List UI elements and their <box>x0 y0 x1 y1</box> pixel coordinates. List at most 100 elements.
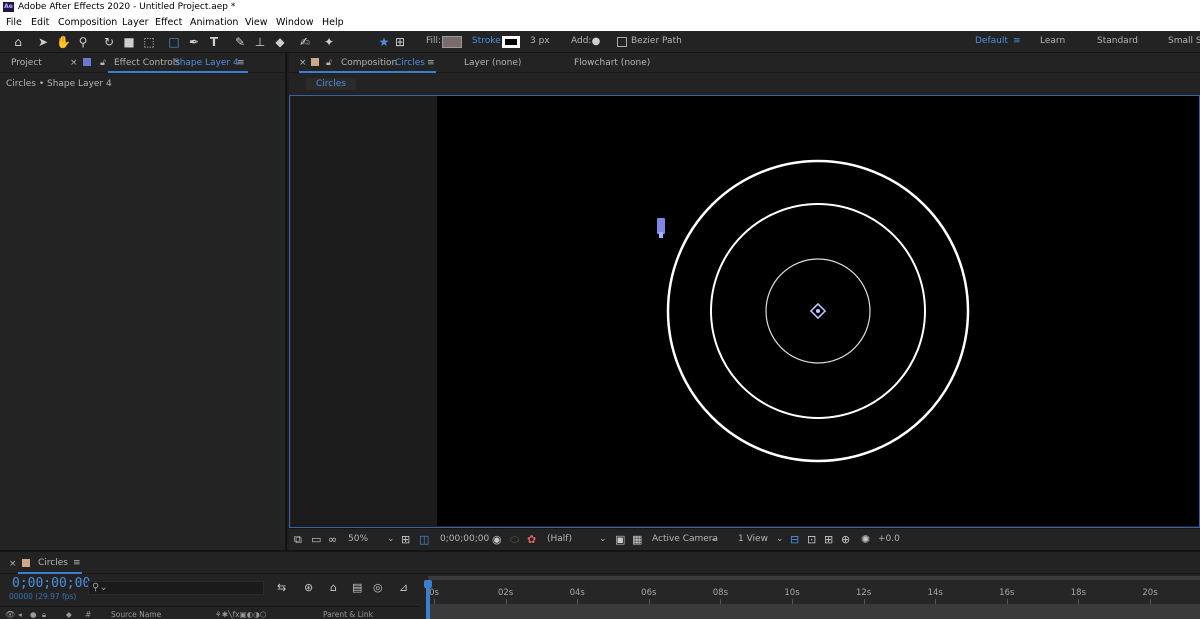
toggle-pixel-aspect-icon[interactable]: ⊟ <box>790 533 799 546</box>
menu-effect[interactable]: Effect <box>155 14 182 31</box>
menu-help[interactable]: Help <box>322 14 344 31</box>
visibility-icon[interactable]: 👁︎ <box>5 610 15 619</box>
audio-icon[interactable]: ◂ <box>18 610 22 619</box>
solo-icon[interactable]: ● <box>30 610 37 619</box>
anchor-grid-icon[interactable]: ⊞ <box>393 35 407 49</box>
composition-canvas[interactable] <box>437 96 1199 526</box>
label-icon[interactable]: ◆ <box>66 610 72 619</box>
chevron-down-icon[interactable]: ⌄ <box>710 534 718 544</box>
draft-3d-icon[interactable]: ⊛ <box>304 581 313 594</box>
tab-composition-name[interactable]: Circles <box>395 58 425 68</box>
stroke-width-value[interactable]: 3 px <box>530 36 550 46</box>
clone-stamp-icon[interactable]: ⊥ <box>253 35 267 49</box>
playhead-handle[interactable] <box>424 580 432 588</box>
motion-blur-icon[interactable]: ◎ <box>373 581 383 594</box>
menu-view[interactable]: View <box>245 14 268 31</box>
anchor-point-icon[interactable] <box>809 302 827 320</box>
tab-composition-label[interactable]: Composition <box>341 58 397 68</box>
current-time-display[interactable]: 0;00;00;00 <box>440 534 489 544</box>
workspace-default[interactable]: Default <box>975 36 1008 46</box>
puppet-pin-icon[interactable]: ✦ <box>322 35 336 49</box>
monitor-icon[interactable]: ▭ <box>311 533 321 546</box>
selection-icon[interactable]: ➤ <box>36 35 50 49</box>
exposure-reset-icon[interactable]: ✺ <box>861 533 870 546</box>
magnification-dropdown[interactable]: 50% <box>348 534 368 544</box>
tab-project[interactable]: Project <box>11 58 42 68</box>
pan-behind-icon[interactable]: ⬚ <box>142 35 156 49</box>
shy-layers-icon[interactable]: ⌂ <box>330 581 337 594</box>
menu-window[interactable]: Window <box>276 14 313 31</box>
roto-brush-icon[interactable]: ✍ <box>298 35 312 49</box>
tab-effect-controls-label[interactable]: Effect Controls <box>114 58 180 68</box>
chevron-down-icon[interactable]: ⌄ <box>599 534 607 544</box>
lock-icon[interactable]: 🔓︎ <box>326 58 332 68</box>
panel-menu-icon[interactable]: ≡ <box>427 58 435 68</box>
star-icon[interactable]: ★ <box>377 35 391 49</box>
composition-breadcrumb[interactable]: Circles <box>306 78 356 90</box>
source-name-column[interactable]: Source Name <box>111 610 161 619</box>
rectangle-icon[interactable]: □ <box>167 35 181 49</box>
hand-icon[interactable]: ✋ <box>56 35 71 49</box>
panel-menu-icon[interactable]: ≡ <box>73 558 81 568</box>
grid-guides-icon[interactable]: ⊞ <box>401 533 410 546</box>
stroke-color-swatch[interactable] <box>502 36 520 48</box>
tab-flowchart[interactable]: Flowchart (none) <box>574 58 650 68</box>
zoom-icon[interactable]: ⚲ <box>76 35 90 49</box>
lock-column-icon[interactable]: 🔒︎ <box>42 610 46 619</box>
lock-icon[interactable]: 🔓︎ <box>100 58 106 68</box>
eraser-icon[interactable]: ◆ <box>273 35 287 49</box>
view-layout-dropdown[interactable]: 1 View <box>738 534 768 544</box>
brush-icon[interactable]: ✎ <box>233 35 247 49</box>
close-icon[interactable]: × <box>9 559 17 569</box>
flowchart-icon[interactable]: ⊡ <box>807 533 816 546</box>
fill-label[interactable]: Fill: <box>426 36 441 46</box>
close-icon[interactable]: × <box>70 58 78 68</box>
parent-link-column[interactable]: Parent & Link <box>323 610 373 619</box>
camera-view-dropdown[interactable]: Active Camera <box>652 534 718 544</box>
comp-mini-flowchart-icon[interactable]: ⇆ <box>277 581 286 594</box>
always-preview-icon[interactable]: ⧉ <box>294 533 302 547</box>
fast-previews-icon[interactable]: ▣ <box>615 533 625 546</box>
workspace-menu-icon[interactable]: ≡ <box>1013 36 1021 46</box>
tab-timeline-comp[interactable]: Circles <box>38 558 68 568</box>
timeline-icon[interactable]: ⊞ <box>824 533 833 546</box>
timeline-search-input[interactable]: ⚲⌄ <box>88 581 264 595</box>
timeline-current-time[interactable]: 0;00;00;00 <box>12 576 90 591</box>
color-channels-icon[interactable]: ✿ <box>527 533 536 546</box>
region-of-interest-icon[interactable]: ◫ <box>419 533 429 546</box>
menu-composition[interactable]: Composition <box>58 14 117 31</box>
menu-edit[interactable]: Edit <box>31 14 49 31</box>
workspace-small-screen[interactable]: Small Se <box>1168 36 1200 46</box>
time-ruler[interactable]: 0s 02s 04s 06s 08s 10s 12s 14s 16s 18s 20s <box>428 580 1200 604</box>
add-dropdown-icon[interactable]: ● <box>589 35 603 49</box>
show-snapshot-icon[interactable]: ⬭ <box>510 533 519 547</box>
menu-layer[interactable]: Layer <box>122 14 149 31</box>
snapshot-icon[interactable]: ◉ <box>492 533 502 546</box>
pen-icon[interactable]: ✒ <box>187 35 201 49</box>
frame-blending-icon[interactable]: ▤ <box>352 581 362 594</box>
stroke-label[interactable]: Stroke <box>472 36 501 46</box>
camera-icon[interactable]: ■ <box>122 35 136 49</box>
transparency-grid-icon[interactable]: ▦ <box>632 533 642 546</box>
rotate-icon[interactable]: ↻ <box>102 35 116 49</box>
workspace-standard[interactable]: Standard <box>1097 36 1138 46</box>
close-icon[interactable]: × <box>299 58 307 68</box>
type-icon[interactable]: T <box>207 35 221 49</box>
mask-view-icon[interactable]: ∞ <box>328 533 337 546</box>
chevron-down-icon[interactable]: ⌄ <box>387 534 395 544</box>
tab-layer[interactable]: Layer (none) <box>464 58 521 68</box>
exposure-value[interactable]: +0.0 <box>878 534 900 544</box>
menu-animation[interactable]: Animation <box>190 14 238 31</box>
menu-file[interactable]: File <box>6 14 22 31</box>
layer-track-area[interactable] <box>428 604 1200 619</box>
resolution-dropdown[interactable]: (Half) <box>547 534 572 544</box>
graph-editor-icon[interactable]: ⊿ <box>399 581 408 594</box>
comp-flowchart-icon[interactable]: ⊕ <box>841 533 850 546</box>
fill-color-swatch[interactable] <box>442 36 462 48</box>
tab-effect-controls-layer[interactable]: Shape Layer 4 <box>174 58 239 68</box>
switches-icons[interactable]: ⚘✱╲fx▣◐◑⬡ <box>215 610 266 619</box>
workspace-learn[interactable]: Learn <box>1040 36 1065 46</box>
bezier-path-checkbox[interactable] <box>617 37 627 47</box>
panel-menu-icon[interactable]: ≡ <box>237 58 245 68</box>
home-icon[interactable]: ⌂ <box>11 35 25 49</box>
